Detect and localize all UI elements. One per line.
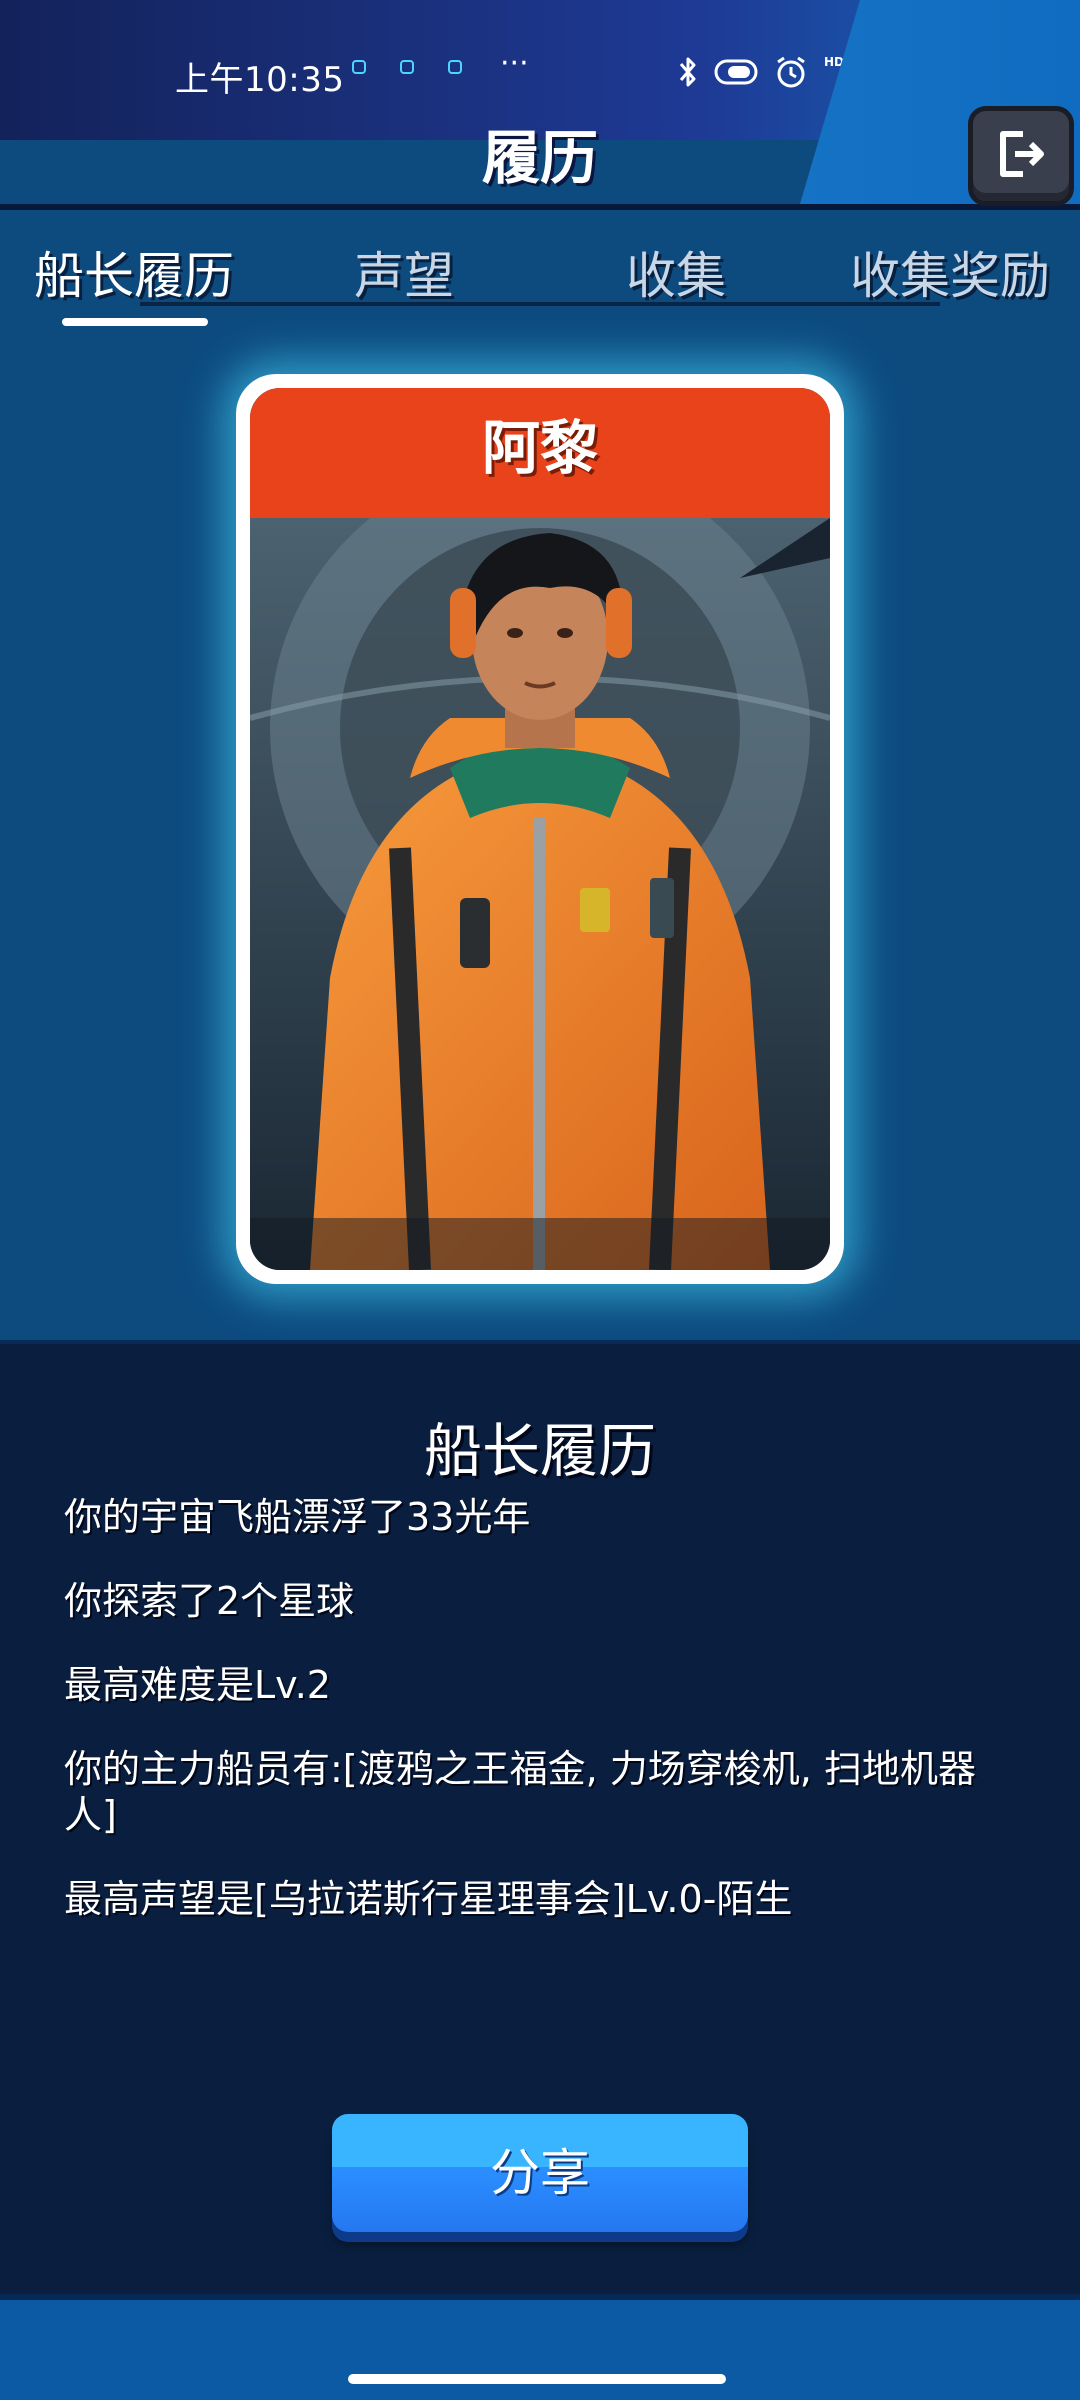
- tab-rail: [140, 302, 940, 306]
- resume-title: 船长履历: [423, 1417, 656, 1485]
- notification-icon: [400, 60, 414, 74]
- notification-icon: [352, 60, 366, 74]
- resume-line-difficulty: 最高难度是Lv.2: [64, 1663, 331, 1707]
- more-notifications-icon: ···: [500, 46, 529, 81]
- resume-line-planets: 你探索了2个星球: [64, 1579, 355, 1623]
- tab-collection[interactable]: 收集: [626, 236, 726, 316]
- status-time: 上午10:35: [175, 60, 345, 100]
- resume-panel: 船长履历 你的宇宙飞船漂浮了33光年 你探索了2个星球 最高难度是Lv.2 你的…: [0, 1340, 1080, 2298]
- tab-reputation[interactable]: 声望: [354, 236, 454, 316]
- exit-button[interactable]: [968, 106, 1074, 206]
- active-tab-indicator: [62, 318, 208, 326]
- share-button[interactable]: 分享: [332, 2114, 748, 2232]
- title-divider: [0, 204, 1080, 210]
- resume-line-reputation: 最高声望是[乌拉诺斯行星理事会]Lv.0-陌生: [64, 1877, 793, 1921]
- tab-collection-rewards[interactable]: 收集奖励: [850, 236, 1050, 316]
- tab-bar: 船长履历 声望 收集 收集奖励: [0, 236, 1080, 326]
- resume-line-crew: 你的主力船员有:[渡鸦之王福金, 力场穿梭机, 扫地机器人]: [64, 1747, 976, 1837]
- bluetooth-icon: [678, 55, 698, 89]
- resume-lines: 你的宇宙飞船漂浮了33光年 你探索了2个星球 最高难度是Lv.2 你的主力船员有…: [64, 1494, 1004, 1960]
- resume-line-distance: 你的宇宙飞船漂浮了33光年: [64, 1495, 531, 1539]
- home-indicator[interactable]: [348, 2374, 726, 2384]
- character-portrait: [250, 458, 830, 1270]
- tab-captain-resume[interactable]: 船长履历: [34, 236, 234, 316]
- bottom-bar: [0, 2294, 1080, 2400]
- character-card: 阿黎: [236, 374, 844, 1284]
- alarm-icon: [774, 55, 808, 89]
- notification-icon: [448, 60, 462, 74]
- character-name: 阿黎: [250, 388, 830, 518]
- exit-icon: [993, 126, 1049, 186]
- page-title: 履历: [481, 124, 598, 192]
- vibrate-icon: [714, 58, 758, 86]
- title-bar: 履历: [0, 112, 1080, 210]
